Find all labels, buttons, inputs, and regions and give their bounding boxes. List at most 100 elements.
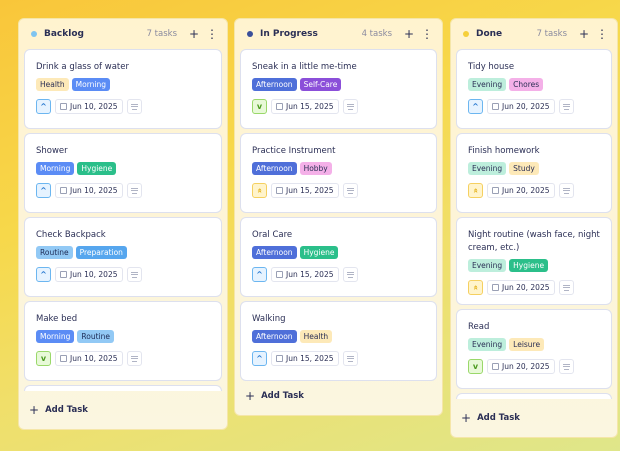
- task-card[interactable]: [24, 385, 222, 391]
- task-card[interactable]: Read Evening Leisure v Jun 20, 2025: [456, 309, 612, 389]
- description-icon[interactable]: [558, 280, 574, 295]
- description-icon[interactable]: [126, 351, 142, 366]
- task-card[interactable]: Practice Instrument Afternoon Hobby » Jun 15…: [240, 133, 437, 213]
- task-title: Drink a glass of water: [36, 62, 129, 72]
- tag[interactable]: Hygiene: [509, 259, 549, 272]
- chevron-down-icon[interactable]: v: [36, 351, 51, 366]
- due-date: Jun 20, 2025: [502, 186, 550, 195]
- description-icon[interactable]: [558, 99, 574, 114]
- due-date-button[interactable]: Jun 10, 2025: [55, 267, 123, 282]
- chevron-up-icon[interactable]: ^: [36, 99, 51, 114]
- tag[interactable]: Health: [36, 78, 69, 91]
- add-icon[interactable]: +: [402, 27, 416, 41]
- due-date: Jun 10, 2025: [70, 354, 118, 363]
- double-chevron-up-icon[interactable]: »: [468, 183, 483, 198]
- tag[interactable]: Afternoon: [252, 246, 297, 259]
- tag-list: Morning Hygiene: [36, 162, 210, 175]
- description-icon[interactable]: [342, 183, 358, 198]
- add-icon[interactable]: +: [577, 27, 591, 41]
- due-date-button[interactable]: Jun 15, 2025: [271, 267, 339, 282]
- tag[interactable]: Evening: [468, 162, 507, 175]
- add-icon[interactable]: +: [187, 27, 201, 41]
- task-count: 7 tasks: [536, 29, 567, 39]
- due-date-button[interactable]: Jun 15, 2025: [271, 183, 339, 198]
- tag[interactable]: Evening: [468, 78, 507, 91]
- due-date-button[interactable]: Jun 20, 2025: [487, 280, 555, 295]
- chevron-up-icon[interactable]: ^: [252, 351, 267, 366]
- plus-icon: +: [29, 403, 40, 417]
- task-card[interactable]: Drink a glass of water Health Morning ^ Jun …: [24, 49, 222, 129]
- task-title: Walking: [252, 314, 286, 324]
- chevron-up-icon[interactable]: ^: [36, 183, 51, 198]
- task-card[interactable]: Shower Morning Hygiene ^ Jun 10, 2025: [24, 133, 222, 213]
- card-footer: ^ Jun 10, 2025: [36, 99, 210, 114]
- task-card[interactable]: Oral Care Afternoon Hygiene ^ Jun 15, 2025: [240, 217, 437, 297]
- chevron-up-icon[interactable]: ^: [252, 267, 267, 282]
- description-icon[interactable]: [342, 267, 358, 282]
- chevron-up-icon[interactable]: ^: [468, 99, 483, 114]
- due-date-button[interactable]: Jun 10, 2025: [55, 183, 123, 198]
- due-date-button[interactable]: Jun 20, 2025: [487, 359, 555, 374]
- task-card[interactable]: Finish homework Evening Study » Jun 20, 2025: [456, 133, 612, 213]
- description-icon[interactable]: [342, 351, 358, 366]
- tag[interactable]: Evening: [468, 259, 507, 272]
- tag[interactable]: Health: [299, 330, 333, 343]
- description-icon[interactable]: [558, 183, 574, 198]
- task-card[interactable]: Make bed Morning Routine v Jun 10, 2025: [24, 301, 222, 381]
- double-chevron-up-icon[interactable]: »: [468, 280, 483, 295]
- chevron-down-icon[interactable]: v: [468, 359, 483, 374]
- description-icon[interactable]: [126, 99, 142, 114]
- due-date-button[interactable]: Jun 20, 2025: [487, 183, 555, 198]
- task-card[interactable]: Walking Afternoon Health ^ Jun 15, 2025: [240, 301, 437, 381]
- description-icon[interactable]: [558, 359, 574, 374]
- task-card[interactable]: [456, 393, 612, 399]
- card-footer: ^ Jun 20, 2025: [468, 99, 600, 114]
- card-footer: » Jun 20, 2025: [468, 280, 600, 295]
- tag[interactable]: Afternoon: [252, 78, 297, 91]
- add-task-button[interactable]: + Add Task: [451, 403, 617, 437]
- description-icon[interactable]: [126, 183, 142, 198]
- tag[interactable]: Leisure: [509, 338, 545, 351]
- tag[interactable]: Chores: [509, 78, 544, 91]
- due-date-button[interactable]: Jun 15, 2025: [271, 99, 339, 114]
- tag[interactable]: Hygiene: [77, 162, 117, 175]
- description-icon[interactable]: [126, 267, 142, 282]
- more-options-icon[interactable]: ⋮: [595, 27, 609, 41]
- task-card[interactable]: Night routine (wash face, night cream, e…: [456, 217, 612, 305]
- tag[interactable]: Preparation: [75, 246, 127, 259]
- chevron-up-icon[interactable]: ^: [36, 267, 51, 282]
- task-card[interactable]: Tidy house Evening Chores ^ Jun 20, 2025: [456, 49, 612, 129]
- tag[interactable]: Morning: [36, 162, 75, 175]
- calendar-icon: [492, 363, 499, 370]
- more-options-icon[interactable]: ⋮: [420, 27, 434, 41]
- column-header: In Progress 4 tasks + ⋮: [235, 19, 442, 49]
- task-card[interactable]: Sneak in a little me-time Afternoon Self-C…: [240, 49, 437, 129]
- tag[interactable]: Self-Care: [299, 78, 342, 91]
- tag[interactable]: Hobby: [299, 162, 332, 175]
- card-list: Drink a glass of water Health Morning ^ Jun …: [19, 49, 227, 391]
- tag[interactable]: Routine: [36, 246, 73, 259]
- more-options-icon[interactable]: ⋮: [205, 27, 219, 41]
- tag[interactable]: Evening: [468, 338, 507, 351]
- due-date-button[interactable]: Jun 10, 2025: [55, 351, 123, 366]
- tag[interactable]: Study: [509, 162, 539, 175]
- due-date-button[interactable]: Jun 10, 2025: [55, 99, 123, 114]
- tag[interactable]: Morning: [71, 78, 111, 91]
- tag[interactable]: Morning: [36, 330, 75, 343]
- calendar-icon: [60, 103, 67, 110]
- tag[interactable]: Afternoon: [252, 162, 297, 175]
- due-date: Jun 20, 2025: [502, 102, 550, 111]
- task-card[interactable]: Check Backpack Routine Preparation ^ Jun 10,…: [24, 217, 222, 297]
- tag[interactable]: Hygiene: [299, 246, 339, 259]
- tag[interactable]: Afternoon: [252, 330, 297, 343]
- double-chevron-up-icon[interactable]: »: [252, 183, 267, 198]
- due-date-button[interactable]: Jun 20, 2025: [487, 99, 555, 114]
- description-icon[interactable]: [342, 99, 358, 114]
- add-task-button[interactable]: + Add Task: [19, 395, 227, 429]
- tag-list: Afternoon Health: [252, 330, 425, 343]
- add-task-button[interactable]: + Add Task: [235, 385, 442, 415]
- tag[interactable]: Routine: [77, 330, 114, 343]
- due-date-button[interactable]: Jun 15, 2025: [271, 351, 339, 366]
- card-footer: ^ Jun 15, 2025: [252, 267, 425, 282]
- chevron-down-icon[interactable]: v: [252, 99, 267, 114]
